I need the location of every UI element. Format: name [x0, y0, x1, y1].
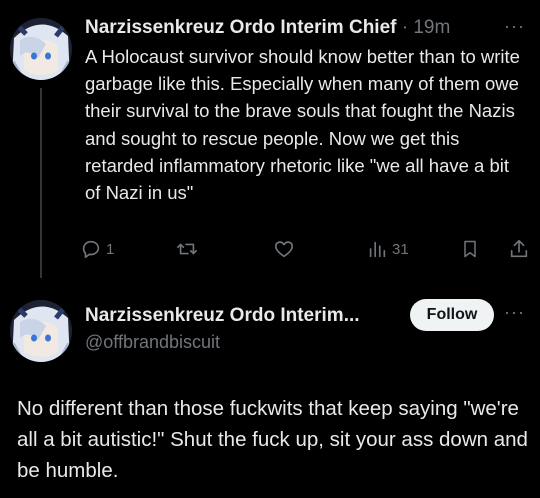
author-name[interactable]: Narzissenkreuz Ordo Interim...: [85, 303, 360, 329]
repost-button[interactable]: [175, 238, 203, 260]
timestamp[interactable]: 19m: [413, 17, 450, 38]
avatar[interactable]: [10, 300, 72, 362]
share-icon: [510, 239, 528, 258]
reply-icon: [82, 240, 100, 259]
separator: ·: [401, 17, 409, 38]
reply-post: Narzissenkreuz Ordo Interim Chief · 19m …: [0, 0, 540, 280]
reply-count: 1: [106, 240, 115, 258]
like-icon: [274, 241, 294, 258]
action-bar: 1 31: [80, 238, 530, 268]
author-handle[interactable]: @offbrandbiscuit: [85, 330, 220, 354]
author-name[interactable]: Narzissenkreuz Ordo Interim Chief: [85, 17, 396, 38]
views-count: 31: [392, 240, 409, 258]
share-button[interactable]: [508, 238, 530, 260]
views-icon: [369, 241, 386, 258]
follow-button[interactable]: Follow: [410, 299, 494, 331]
avatar-image: [10, 300, 72, 362]
thread-line: [40, 88, 42, 278]
post-header: Narzissenkreuz Ordo Interim Chief · 19m: [85, 15, 450, 41]
avatar-image: [10, 18, 72, 80]
more-options-icon[interactable]: ···: [504, 16, 525, 37]
avatar[interactable]: [10, 18, 72, 80]
more-options-icon[interactable]: ···: [504, 302, 525, 323]
post-text: A Holocaust survivor should know better …: [85, 46, 520, 204]
quoted-post: Narzissenkreuz Ordo Interim... @offbrand…: [0, 280, 540, 498]
bookmark-button[interactable]: [460, 238, 480, 260]
like-button[interactable]: [273, 238, 299, 260]
views-button[interactable]: 31: [366, 238, 409, 260]
post-text: No different than those fuckwits that ke…: [17, 397, 528, 482]
reply-button[interactable]: 1: [80, 238, 114, 260]
bookmark-icon: [464, 240, 476, 258]
repost-icon: [177, 243, 197, 255]
